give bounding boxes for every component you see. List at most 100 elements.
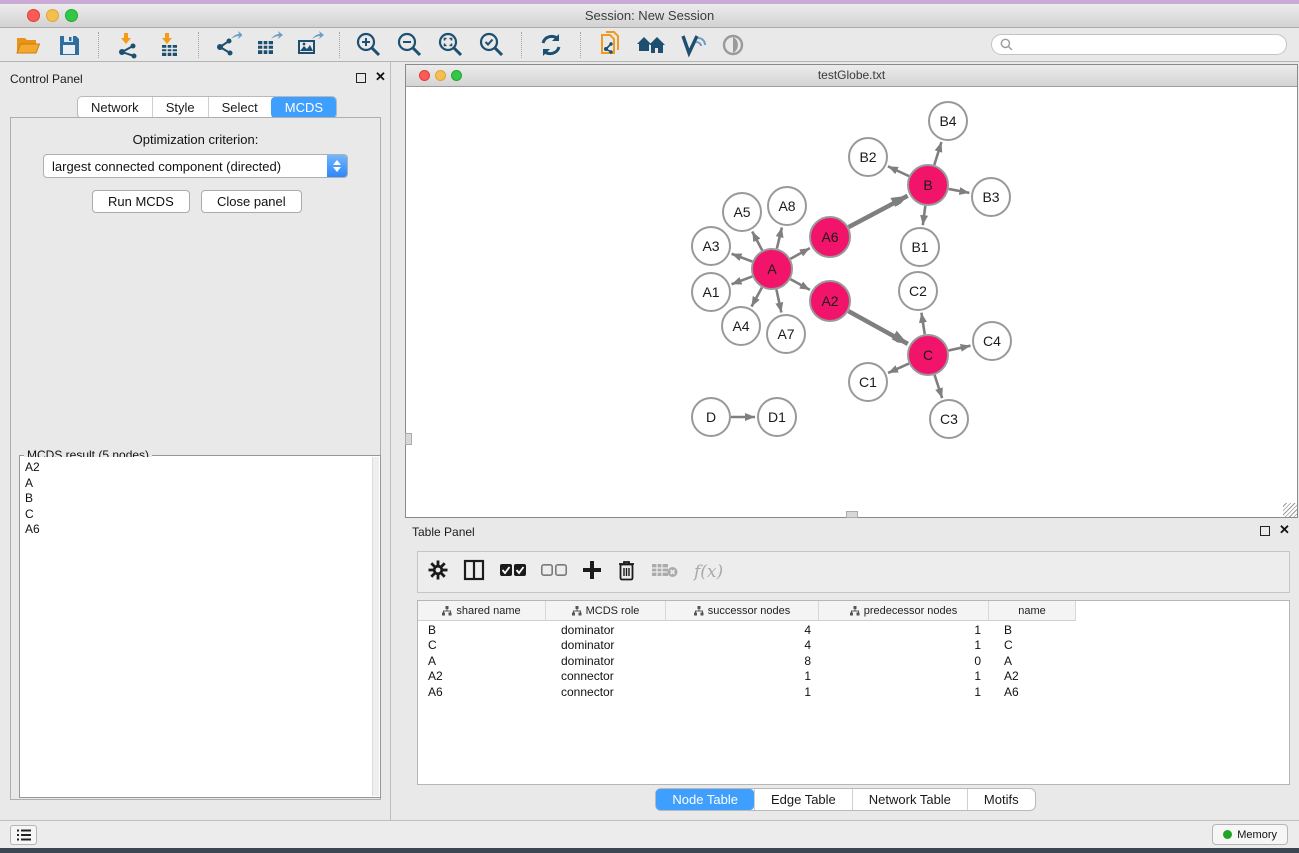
node-C1[interactable]: C1: [849, 363, 887, 401]
edge-A6-B[interactable]: [849, 196, 908, 227]
edge-A-A8[interactable]: [777, 227, 782, 248]
search-field[interactable]: [991, 34, 1287, 55]
tab-style[interactable]: Style: [152, 97, 208, 118]
mcds-result-list[interactable]: A2ABCA6: [21, 457, 379, 796]
tab-network[interactable]: Network: [78, 97, 152, 118]
table-cell[interactable]: 1: [666, 685, 819, 699]
table-settings-button[interactable]: [428, 560, 448, 585]
show-column-button[interactable]: [463, 559, 485, 586]
search-input[interactable]: [1017, 38, 1278, 52]
import-network-button[interactable]: [112, 30, 144, 60]
table-cell[interactable]: 4: [666, 623, 819, 637]
result-list-item[interactable]: B: [21, 491, 379, 507]
minimize-traffic-light[interactable]: [435, 70, 446, 81]
node-B2[interactable]: B2: [849, 138, 887, 176]
edge-A-A2[interactable]: [790, 279, 809, 290]
delete-table-button[interactable]: [651, 561, 679, 584]
node-A6[interactable]: A6: [810, 217, 850, 257]
node-B1[interactable]: B1: [901, 228, 939, 266]
table-cell[interactable]: B: [418, 623, 546, 637]
table-row[interactable]: A6connector11A6: [418, 684, 1289, 700]
table-cell[interactable]: 0: [819, 654, 989, 668]
open-file-button[interactable]: [12, 30, 44, 60]
export-network-button[interactable]: [212, 30, 244, 60]
zoom-out-button[interactable]: [394, 30, 426, 60]
table-cell[interactable]: A2: [418, 669, 546, 683]
function-builder-button[interactable]: f(x): [694, 562, 723, 582]
main-window-titlebar[interactable]: Session: New Session: [0, 4, 1299, 28]
edge-B-B2[interactable]: [888, 166, 909, 176]
resize-grip-corner[interactable]: [1283, 503, 1297, 517]
save-session-button[interactable]: [53, 30, 85, 60]
cyndex-button[interactable]: [676, 30, 708, 60]
result-list-item[interactable]: C: [21, 507, 379, 523]
close-traffic-light[interactable]: [27, 9, 40, 22]
table-cell[interactable]: A6: [989, 685, 1076, 699]
table-cell[interactable]: 1: [819, 638, 989, 652]
tab-network-table[interactable]: Network Table: [852, 789, 967, 810]
column-header-shared-name[interactable]: shared name: [418, 601, 546, 621]
node-A[interactable]: A: [752, 249, 792, 289]
edge-A-A4[interactable]: [752, 287, 762, 306]
table-cell[interactable]: B: [989, 623, 1076, 637]
edge-A-A5[interactable]: [752, 231, 762, 250]
table-cell[interactable]: A: [989, 654, 1076, 668]
table-row[interactable]: Cdominator41C: [418, 638, 1289, 654]
delete-column-button[interactable]: [617, 559, 636, 586]
export-table-button[interactable]: [253, 30, 285, 60]
network-graph[interactable]: AA1A2A3A4A5A6A7A8BB1B2B3B4CC1C2C3C4DD1: [406, 87, 1297, 517]
table-cell[interactable]: C: [989, 638, 1076, 652]
result-list-item[interactable]: A2: [21, 460, 379, 476]
tab-select[interactable]: Select: [208, 97, 271, 118]
edge-C-C4[interactable]: [949, 346, 971, 351]
table-cell[interactable]: A2: [989, 669, 1076, 683]
edge-A-A6[interactable]: [790, 248, 809, 259]
table-cell[interactable]: 1: [819, 685, 989, 699]
minimize-traffic-light[interactable]: [46, 9, 59, 22]
table-cell[interactable]: 1: [819, 669, 989, 683]
first-neighbors-button[interactable]: [635, 30, 667, 60]
column-header-name[interactable]: name: [989, 601, 1076, 621]
select-all-button[interactable]: [500, 563, 526, 582]
node-B[interactable]: B: [908, 165, 948, 205]
edge-A2-C[interactable]: [848, 311, 907, 344]
table-cell[interactable]: dominator: [546, 623, 666, 637]
result-scrollbar[interactable]: [372, 457, 379, 796]
close-traffic-light[interactable]: [419, 70, 430, 81]
network-view-window[interactable]: testGlobe.txt AA1A2A3A4A5A6A7A8BB1B2B3B4…: [405, 64, 1298, 518]
result-list-item[interactable]: A: [21, 476, 379, 492]
zoom-selected-button[interactable]: [476, 30, 508, 60]
edge-A-A7[interactable]: [776, 290, 781, 313]
edge-C-C2[interactable]: [921, 313, 924, 335]
table-cell[interactable]: 4: [666, 638, 819, 652]
node-A3[interactable]: A3: [692, 227, 730, 265]
criterion-dropdown[interactable]: largest connected component (directed): [43, 154, 348, 178]
export-image-button[interactable]: [294, 30, 326, 60]
node-A1[interactable]: A1: [692, 273, 730, 311]
table-cell[interactable]: 1: [819, 623, 989, 637]
tab-motifs[interactable]: Motifs: [967, 789, 1035, 810]
table-cell[interactable]: 1: [666, 669, 819, 683]
close-panel-icon[interactable]: ✕: [375, 72, 386, 82]
edge-C-C3[interactable]: [935, 375, 943, 398]
node-A7[interactable]: A7: [767, 315, 805, 353]
clone-network-button[interactable]: [594, 30, 626, 60]
table-cell[interactable]: connector: [546, 669, 666, 683]
import-table-button[interactable]: [153, 30, 185, 60]
node-C3[interactable]: C3: [930, 400, 968, 438]
edge-B-B4[interactable]: [934, 142, 941, 165]
zoom-in-button[interactable]: [353, 30, 385, 60]
node-B3[interactable]: B3: [972, 178, 1010, 216]
table-cell[interactable]: connector: [546, 685, 666, 699]
node-C4[interactable]: C4: [973, 322, 1011, 360]
table-cell[interactable]: dominator: [546, 654, 666, 668]
node-A4[interactable]: A4: [722, 307, 760, 345]
table-cell[interactable]: A6: [418, 685, 546, 699]
column-header-predecessor-nodes[interactable]: predecessor nodes: [819, 601, 989, 621]
node-C2[interactable]: C2: [899, 272, 937, 310]
tab-node-table[interactable]: Node Table: [656, 789, 754, 810]
refresh-button[interactable]: [535, 30, 567, 60]
node-D[interactable]: D: [692, 398, 730, 436]
result-list-item[interactable]: A6: [21, 522, 379, 538]
edge-C-C1[interactable]: [888, 364, 909, 373]
